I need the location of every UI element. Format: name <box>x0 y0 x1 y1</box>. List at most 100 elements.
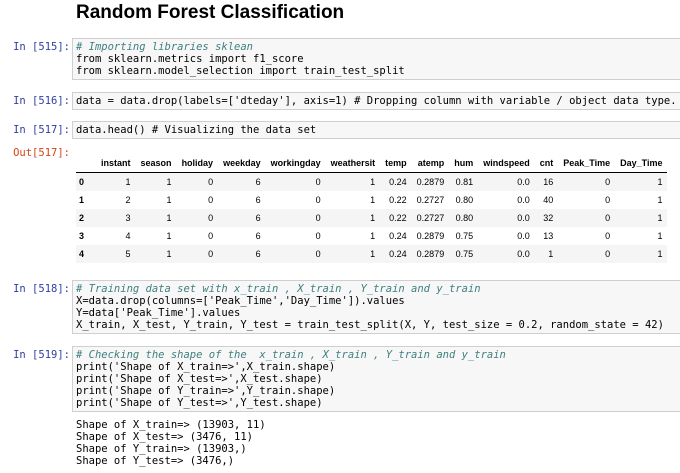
code-line: print('Shape of Y_test=>',Y_test.shape) <box>76 397 323 409</box>
table-cell: 1 <box>534 245 559 263</box>
table-cell: 0 <box>208 231 214 241</box>
column-header: holiday <box>176 154 219 173</box>
table-cell: 1 <box>657 195 663 205</box>
column-header: workingday <box>265 154 326 173</box>
column-header: weathersit <box>325 154 381 173</box>
table-cell: 1 <box>325 209 381 227</box>
table-cell: 0.22 <box>389 195 407 205</box>
table-cell: 2 <box>125 195 131 205</box>
table-cell: 1 <box>615 245 668 263</box>
code-cell[interactable]: # Checking the shape of the x_train , X_… <box>72 346 680 412</box>
cell-output: Shape of X_train=> (13903, 11) Shape of … <box>76 419 266 467</box>
code-line: # Training data set with x_train , X_tra… <box>76 283 481 295</box>
table-cell: 6 <box>255 231 261 241</box>
output-line: Shape of X_train=> (13903, 11) <box>76 419 266 431</box>
table-cell: 1 <box>615 172 668 191</box>
table-cell: 1 <box>370 231 376 241</box>
table-cell: 6 <box>218 209 266 227</box>
output-line: Shape of X_test=> (3476, 11) <box>76 431 254 443</box>
row-index: 4 <box>76 245 97 263</box>
table-cell: 0 <box>265 172 326 191</box>
code-line: print('Shape of X_test=>',X_test.shape) <box>76 373 323 385</box>
code-line: print('Shape of X_train=>',X_train.shape… <box>76 361 336 373</box>
table-cell: 1 <box>135 209 177 227</box>
code-cell[interactable]: data = data.drop(labels=['dteday'], axis… <box>72 92 680 110</box>
table-cell: 0.75 <box>449 245 479 263</box>
table-cell: 0 <box>315 231 321 241</box>
table-cell: 1 <box>166 195 172 205</box>
table-cell: 0.2727 <box>411 209 450 227</box>
table-cell: 0 <box>315 195 321 205</box>
table-cell: 0 <box>265 209 326 227</box>
table-cell: 6 <box>218 245 266 263</box>
output-line: Shape of Y_test=> (3476,) <box>76 455 235 467</box>
table-cell: 16 <box>534 172 559 191</box>
output-line: Shape of Y_train=> (13903,) <box>76 443 247 455</box>
code-cell[interactable]: # Training data set with x_train , X_tra… <box>72 280 680 334</box>
table-cell: 0.2879 <box>416 231 445 241</box>
code-line: print('Shape of Y_train=>',Y_train.shape… <box>76 385 336 397</box>
table-cell: 1 <box>135 172 177 191</box>
code-line: Y=data['Peak_Time'].values <box>76 307 241 319</box>
table-row: 0 1 1 0 6 0 1 0.24 0.2879 0.81 0.0 16 0 1 <box>76 172 668 191</box>
row-index: 0 <box>76 172 97 191</box>
table-cell: 0 <box>605 195 611 205</box>
table-cell: 1 <box>135 245 177 263</box>
column-header: instant <box>96 154 136 173</box>
table-cell: 1 <box>325 245 381 263</box>
table-row: 4 5 1 0 6 0 1 0.24 0.2879 0.75 0.0 1 0 1 <box>76 245 668 263</box>
table-cell: 4 <box>125 231 131 241</box>
table-row: 3 4 1 0 6 0 1 0.24 0.2879 0.75 0.0 13 0 1 <box>76 227 667 245</box>
table-header-row: instant season holiday weekday workingda… <box>76 154 668 173</box>
dataframe-table: instant season holiday weekday workingda… <box>76 154 668 263</box>
table-cell: 0.80 <box>449 209 479 227</box>
table-cell: 5 <box>96 245 136 263</box>
column-header: Day_Time <box>615 154 668 173</box>
cell-prompt: In [517]: <box>13 124 70 136</box>
table-cell: 0.24 <box>380 172 412 191</box>
column-header: windspeed <box>478 154 535 173</box>
table-row: 1 2 1 0 6 0 1 0.22 0.2727 0.80 0.0 40 0 1 <box>76 191 667 209</box>
table-cell: 0 <box>558 172 616 191</box>
table-cell: 0.2727 <box>416 195 445 205</box>
cell-prompt: In [516]: <box>13 95 70 107</box>
table-cell: 1 <box>657 231 663 241</box>
table-cell: 0 <box>558 245 616 263</box>
table-cell: 0.22 <box>380 209 412 227</box>
table-cell: 0 <box>176 209 219 227</box>
table-cell: 0 <box>605 231 611 241</box>
row-index: 1 <box>79 195 85 205</box>
table-cell: 1 <box>96 172 136 191</box>
cell-prompt: In [519]: <box>13 349 70 361</box>
table-row: 2 3 1 0 6 0 1 0.22 0.2727 0.80 0.0 32 0 1 <box>76 209 668 227</box>
page-title: Random Forest Classification <box>76 2 345 23</box>
table-cell: 0.0 <box>517 231 530 241</box>
cell-prompt: In [515]: <box>13 41 70 53</box>
code-line: from sklearn.metrics import f1_score <box>76 53 304 65</box>
code-line: X=data.drop(columns=['Peak_Time','Day_Ti… <box>76 295 405 307</box>
row-index: 3 <box>79 231 85 241</box>
table-cell: 6 <box>255 195 261 205</box>
output-prompt: Out[517]: <box>13 147 70 159</box>
code-line: data.head() # Visualizing the data set <box>76 124 317 136</box>
code-cell[interactable]: data.head() # Visualizing the data set <box>72 121 680 139</box>
table-cell: 0 <box>176 245 219 263</box>
column-header: hum <box>449 154 479 173</box>
table-cell: 32 <box>534 209 559 227</box>
table-cell: 6 <box>218 172 266 191</box>
table-cell: 0.81 <box>449 172 479 191</box>
code-line: X_train, X_test, Y_train, Y_test = train… <box>76 319 664 331</box>
code-line: # Checking the shape of the x_train , X_… <box>76 349 506 361</box>
table-cell: 0.0 <box>478 172 535 191</box>
table-cell: 0 <box>558 209 616 227</box>
row-index: 2 <box>76 209 97 227</box>
table-cell: 0.2879 <box>411 172 450 191</box>
code-line: # Importing libraries sklean <box>76 41 254 53</box>
table-cell: 1 <box>370 195 376 205</box>
code-cell[interactable]: # Importing libraries sklean from sklear… <box>72 38 680 80</box>
table-cell: 1 <box>615 209 668 227</box>
table-cell: 1 <box>166 231 172 241</box>
table-cell: 0 <box>265 245 326 263</box>
table-cell: 0.80 <box>455 195 474 205</box>
table-cell: 13 <box>543 231 554 241</box>
